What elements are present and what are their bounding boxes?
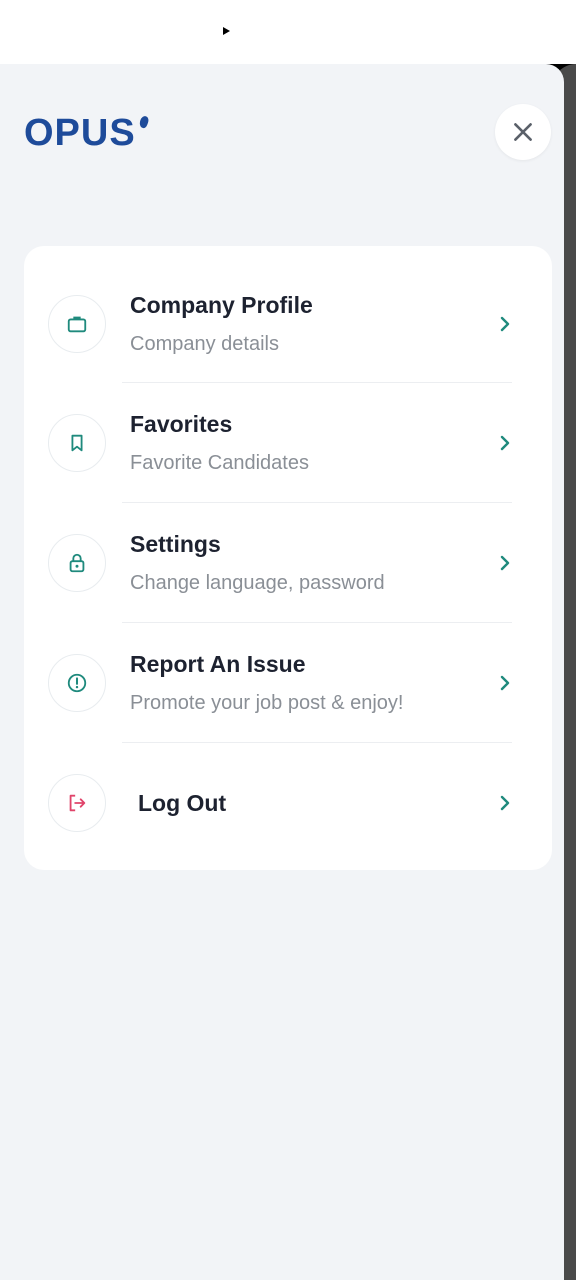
bookmark-icon [71,434,83,452]
menu-item-title: Company Profile [130,292,313,318]
menu-item-subtitle: Promote your job post & enjoy! [130,692,404,714]
vibrate-icon [362,18,384,40]
menu-item-subtitle: Company details [130,333,279,355]
menu-item-company-profile[interactable]: Company Profile Company details [24,264,552,384]
alert-circle-icon [67,673,87,693]
close-icon [514,123,532,141]
network-speed: 104 B/s [491,18,509,39]
menu-item-subtitle: Change language, password [130,572,385,594]
chevron-right-icon [496,674,514,692]
menu-item-title: Log Out [138,789,227,816]
briefcase-icon [67,316,87,333]
signal-icon [426,18,448,40]
chevron-right-icon [496,315,514,333]
chevron-right-icon [496,554,514,572]
wifi-icon [394,18,416,40]
logout-icon [69,794,86,812]
battery-icon [520,18,554,40]
status-time: 6:35 PM [84,20,161,42]
signal-icon-2 [458,18,480,40]
lock-icon [69,553,85,573]
menu-item-log-out[interactable]: Log Out [24,743,552,863]
menu-card: Company Profile Company details Favorite… [24,246,552,870]
menu-item-favorites[interactable]: Favorites Favorite Candidates [24,383,552,503]
chat-bubble-icon [178,20,200,42]
menu-item-title: Report An Issue [130,651,306,677]
menu-item-subtitle: Favorite Candidates [130,452,309,474]
menu-item-settings[interactable]: Settings Change language, password [24,503,552,623]
menu-item-report-issue[interactable]: Report An Issue Promote your job post & … [24,623,552,743]
menu-item-title: Settings [130,531,221,557]
dot-icon [252,20,260,42]
youtube-icon [212,20,240,42]
close-button[interactable] [495,104,551,160]
side-drawer: OPUS Company Profile Company details Fav… [0,64,564,1280]
menu-item-title: Favorites [130,411,233,437]
chevron-right-icon [496,434,514,452]
chevron-right-icon [496,794,514,812]
app-logo: OPUS [24,112,150,155]
status-bar: 6:35 PM 104 B/s [0,0,576,64]
logo-mark [137,114,150,130]
